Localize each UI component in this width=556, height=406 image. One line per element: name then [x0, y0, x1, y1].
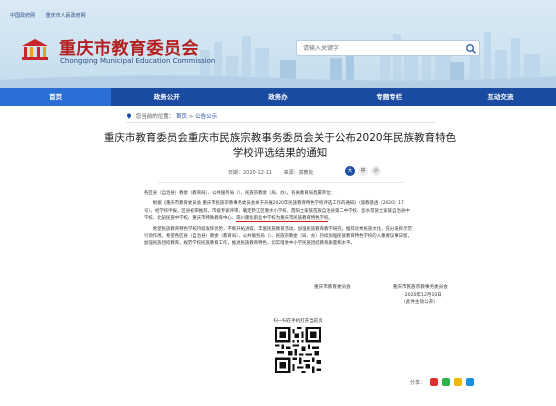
- meta-divider: [158, 182, 404, 183]
- font-size-small[interactable]: 小: [371, 166, 381, 176]
- signature-block: 重庆市教育委员会 重庆市民族宗教事务委员会 2020年12月10日 （此件主动公…: [314, 284, 448, 307]
- qq-icon[interactable]: [466, 378, 475, 386]
- site-header: 中国政府网 重庆市人民政府网 重庆市教育委员会 Chongqing Munici…: [0, 0, 556, 88]
- article-paragraph-1: 根据《重庆市教育委员会 重庆市民族宗教事务委员会关于开展2020年民族教育特色学…: [144, 201, 410, 223]
- qr-code: [275, 327, 321, 373]
- site-title: 重庆市教育委员会: [59, 39, 199, 59]
- wechat-icon[interactable]: [442, 378, 451, 386]
- breadcrumb-prefix: 您当前的位置：: [135, 114, 175, 120]
- article-paragraph-2: 希望民族教育特色学校持续发挥优势，不断开拓进取，丰富民族教育活动，加强民族教育教…: [144, 226, 412, 247]
- qr-label: 扫一扫在手机打开当前页: [273, 319, 323, 324]
- share-label: 分享：: [410, 379, 426, 386]
- breadcrumb-separator: >: [188, 114, 194, 120]
- article-addressee: 各区县（自治县）教委（教育局）、公共服务局（）、民族宗教委（局、办），有关教育局…: [144, 191, 335, 196]
- site-subtitle: Chongqing Municipal Education Commission: [60, 57, 216, 65]
- font-size-switcher: 大 中 小: [345, 166, 381, 176]
- article-source: 来源：高教处: [283, 170, 314, 176]
- qzone-icon[interactable]: [454, 378, 463, 386]
- article-title: 重庆市教育委员会重庆市民族宗教事务委员会关于公布2020年民族教育特色学校评选结…: [103, 132, 457, 159]
- weibo-icon[interactable]: [430, 378, 439, 386]
- nav-home[interactable]: 首页: [0, 88, 112, 106]
- article-body: 各区县（自治县）教委（教育局）、公共服务局（）、民族宗教委（局、办），有关教育局…: [144, 190, 414, 251]
- breadcrumb: 您当前的位置： 首页 > 公告公示: [126, 112, 217, 120]
- top-links: 中国政府网 重庆市人民政府网: [10, 12, 95, 19]
- font-size-large[interactable]: 大: [345, 166, 355, 176]
- nav-gov-affairs[interactable]: 政务公开: [111, 88, 222, 106]
- signer-ethnic-affairs: 重庆市民族宗教事务委员会: [392, 285, 448, 290]
- nav-topics[interactable]: 专题专栏: [334, 88, 445, 106]
- nav-interaction[interactable]: 互动交流: [445, 88, 556, 106]
- search-input[interactable]: [297, 41, 459, 55]
- disclosure-note: （此件主动公开）: [401, 300, 438, 306]
- top-link-cq[interactable]: 重庆市人民政府网: [46, 13, 86, 19]
- top-link-gov[interactable]: 中国政府网: [10, 13, 35, 19]
- share-bar: 分享：: [410, 378, 475, 386]
- search-box: [296, 40, 480, 56]
- search-icon[interactable]: [465, 43, 477, 54]
- article-meta: 日期：2020-12-11 来源：高教处: [228, 169, 324, 176]
- qr-section: 扫一扫在手机打开当前页: [258, 318, 338, 375]
- font-size-medium[interactable]: 中: [358, 166, 368, 176]
- location-icon: [127, 113, 131, 119]
- highlighted-text: 南川隆化职业中学校为重庆市民族教育特色学校: [236, 216, 329, 223]
- breadcrumb-divider: [126, 122, 436, 123]
- breadcrumb-section[interactable]: 公告公示: [195, 114, 217, 120]
- site-logo: [22, 39, 48, 60]
- nav-services[interactable]: 政务办: [222, 88, 333, 106]
- breadcrumb-home[interactable]: 首页: [176, 114, 187, 120]
- sign-date: 2020年12月10日: [404, 292, 442, 298]
- article-date: 日期：2020-12-11: [228, 170, 273, 176]
- main-nav: 首页 政务公开 政务办 专题专栏 互动交流: [0, 88, 556, 106]
- signer-education: 重庆市教育委员会: [314, 285, 351, 290]
